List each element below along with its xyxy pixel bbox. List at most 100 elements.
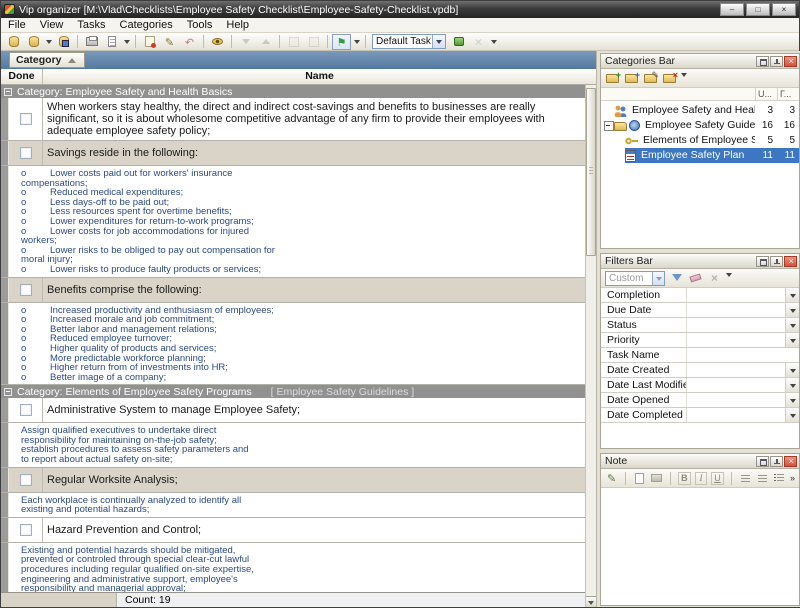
tree-item[interactable]: Employee Safety Plan1111 <box>601 148 799 163</box>
open-database-button[interactable] <box>24 34 43 50</box>
print-note-button[interactable] <box>650 471 663 486</box>
new-task-button[interactable] <box>140 34 159 50</box>
bold-button[interactable] <box>678 472 691 485</box>
note-content[interactable] <box>601 488 799 605</box>
move-up-button[interactable] <box>256 34 275 50</box>
delete-filter-button[interactable] <box>707 271 722 286</box>
move-down-button[interactable] <box>236 34 255 50</box>
mark-complete-button[interactable] <box>284 34 303 50</box>
scrollbar-thumb[interactable] <box>586 88 596 256</box>
column-header-done[interactable]: Done <box>1 69 43 84</box>
filter-value[interactable] <box>687 378 785 392</box>
tree-item[interactable]: Elements of Employee Safety Programs55 <box>601 133 799 148</box>
menu-help[interactable]: Help <box>219 18 256 32</box>
filter-preset-combo[interactable]: Custom <box>605 271 665 286</box>
filter-dropdown-button[interactable] <box>785 363 799 377</box>
print-button[interactable] <box>82 34 101 50</box>
tree-column-total[interactable]: Г... <box>777 88 799 100</box>
tree-expander[interactable] <box>603 121 614 130</box>
menu-view[interactable]: View <box>33 18 71 32</box>
scroll-down-button[interactable] <box>586 596 596 607</box>
note-row[interactable]: Existing and potential hazards should be… <box>1 543 585 592</box>
filter-dropdown-button[interactable] <box>785 393 799 407</box>
column-header-name[interactable]: Name <box>43 69 596 84</box>
filters-toolbar-overflow[interactable] <box>726 273 734 283</box>
apply-filter-button[interactable] <box>669 271 684 286</box>
filter-dropdown-button[interactable] <box>785 408 799 422</box>
combo-arrow-icon[interactable] <box>432 35 445 48</box>
close-button[interactable]: × <box>772 3 796 16</box>
close-panel-button[interactable] <box>784 456 797 467</box>
note-row[interactable]: oIncreased productivity and enthusiasm o… <box>1 303 585 386</box>
filter-value[interactable] <box>687 288 785 302</box>
filter-value[interactable] <box>687 363 785 377</box>
underline-button[interactable] <box>711 472 724 485</box>
menu-tasks[interactable]: Tasks <box>70 18 112 32</box>
add-subcategory-button[interactable] <box>624 71 639 86</box>
mark-incomplete-button[interactable] <box>304 34 323 50</box>
italic-button[interactable] <box>695 472 708 485</box>
task-row[interactable]: When workers stay healthy, the direct an… <box>1 98 585 141</box>
menu-file[interactable]: File <box>1 18 33 32</box>
attach-note-button[interactable] <box>605 471 618 486</box>
assign-task-button[interactable] <box>449 34 468 50</box>
edit-task-button[interactable] <box>160 34 179 50</box>
vertical-scrollbar[interactable] <box>585 85 596 607</box>
group-by-category-button[interactable]: Category <box>9 52 85 68</box>
filter-value[interactable] <box>687 393 785 407</box>
toolbar-dropdown-caret[interactable] <box>489 34 498 50</box>
minimize-button[interactable]: – <box>720 3 744 16</box>
tree-item[interactable]: Employee Safety and Health Basics33 <box>601 103 799 118</box>
filter-value[interactable] <box>687 348 799 362</box>
task-row[interactable]: Administrative System to manage Employee… <box>1 398 585 423</box>
note-row[interactable]: Each workplace is continually analyzed t… <box>1 493 585 518</box>
categories-toolbar-overflow[interactable] <box>681 73 689 83</box>
filter-dropdown-button[interactable] <box>785 378 799 392</box>
category-header-row[interactable]: Category: Employee Safety and Health Bas… <box>1 85 585 98</box>
clear-filter-button[interactable] <box>688 271 703 286</box>
maximize-panel-button[interactable] <box>756 256 769 267</box>
filter-dropdown-button[interactable] <box>785 318 799 332</box>
filter-dropdown-button[interactable] <box>785 333 799 347</box>
filter-dropdown-button[interactable] <box>785 288 799 302</box>
filter-value[interactable] <box>687 318 785 332</box>
menu-categories[interactable]: Categories <box>113 18 180 32</box>
save-database-button[interactable] <box>54 34 73 50</box>
insert-note-button[interactable] <box>633 471 646 486</box>
auto-hide-pin-button[interactable] <box>770 56 783 67</box>
new-database-button[interactable] <box>4 34 23 50</box>
filter-dropdown-button[interactable] <box>785 303 799 317</box>
close-panel-button[interactable] <box>784 256 797 267</box>
maximize-panel-button[interactable] <box>756 56 769 67</box>
note-row[interactable]: Assign qualified executives to undertake… <box>1 423 585 467</box>
filter-value[interactable] <box>687 303 785 317</box>
note-row[interactable]: oLower costs paid out for workers' insur… <box>1 166 585 278</box>
tree-item[interactable]: Employee Safety Guidelines1616 <box>601 118 799 133</box>
auto-hide-pin-button[interactable] <box>770 456 783 467</box>
toolbar-dropdown-caret[interactable] <box>352 34 361 50</box>
task-row[interactable]: Hazard Prevention and Control; <box>1 518 585 543</box>
task-row[interactable]: Benefits comprise the following: <box>1 278 585 303</box>
flag-button[interactable] <box>332 34 351 50</box>
toolbar-dropdown-caret[interactable] <box>122 34 131 50</box>
task-checkbox[interactable] <box>20 524 32 536</box>
note-toolbar-overflow[interactable]: » <box>790 475 795 481</box>
maximize-panel-button[interactable] <box>756 456 769 467</box>
align-center-button[interactable] <box>756 471 769 486</box>
menu-tools[interactable]: Tools <box>180 18 220 32</box>
filter-preset-arrow-icon[interactable] <box>652 272 664 285</box>
tree-column-uncompleted[interactable]: U... <box>755 88 777 100</box>
task-checkbox[interactable] <box>20 284 32 296</box>
task-checkbox[interactable] <box>20 147 32 159</box>
add-category-button[interactable] <box>605 71 620 86</box>
maximize-button[interactable]: □ <box>746 3 770 16</box>
task-checkbox[interactable] <box>20 113 32 125</box>
collapse-icon[interactable] <box>4 388 12 396</box>
undo-task-button[interactable] <box>180 34 199 50</box>
task-type-combo[interactable]: Default Task <box>372 34 446 49</box>
align-left-button[interactable] <box>739 471 752 486</box>
filter-value[interactable] <box>687 408 785 422</box>
bullet-list-button[interactable] <box>773 471 786 486</box>
category-header-row[interactable]: Category: Elements of Employee Safety Pr… <box>1 385 585 398</box>
filter-value[interactable] <box>687 333 785 347</box>
